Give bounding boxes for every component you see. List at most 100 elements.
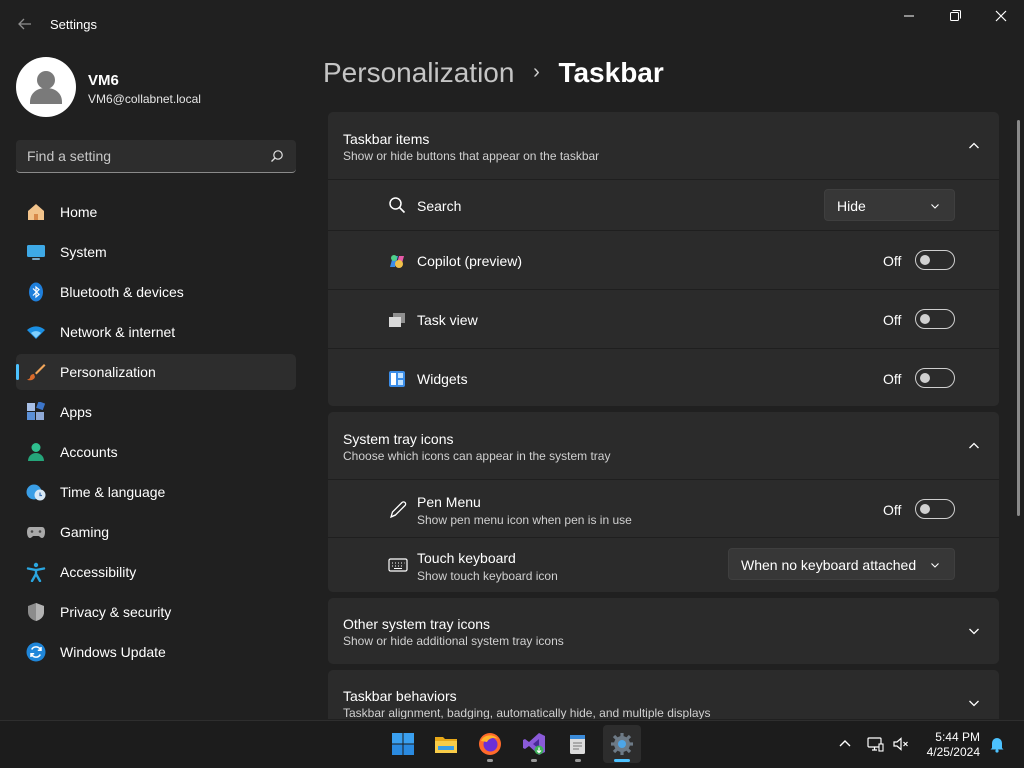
task-view-toggle[interactable] xyxy=(915,309,955,329)
section-title: Other system tray icons xyxy=(343,616,491,632)
toggle-knob xyxy=(920,255,930,265)
close-icon xyxy=(995,10,1007,22)
taskbar-file-explorer[interactable] xyxy=(427,725,465,763)
notepad-icon xyxy=(570,735,585,754)
title-bar: Settings xyxy=(0,0,1024,48)
taskbar-firefox[interactable] xyxy=(471,725,509,763)
toggle-state: Off xyxy=(883,312,902,328)
sidebar-item-windows-update[interactable]: Windows Update xyxy=(16,634,296,670)
profile-name: VM6 xyxy=(88,72,119,89)
chevron-up-icon xyxy=(969,142,979,149)
keyboard-icon xyxy=(388,558,408,572)
back-button[interactable] xyxy=(14,13,36,35)
update-icon xyxy=(26,642,46,662)
active-indicator xyxy=(614,759,630,762)
other-tray-icons-header[interactable]: Other system tray icons Show or hide add… xyxy=(328,598,999,664)
network-icon[interactable] xyxy=(866,735,884,753)
sidebar-nav: Home System Bluetooth & devices Network … xyxy=(16,194,296,674)
sidebar-item-label: Bluetooth & devices xyxy=(60,284,184,300)
sidebar-item-apps[interactable]: Apps xyxy=(16,394,296,430)
settings-content: Taskbar items Show or hide buttons that … xyxy=(328,112,999,719)
taskbar-notepad[interactable] xyxy=(559,725,597,763)
chevron-up-icon xyxy=(969,442,979,449)
taskbar-clock[interactable]: 5:44 PM 4/25/2024 xyxy=(918,730,980,760)
taskbar-start-button[interactable] xyxy=(384,725,422,763)
person-avatar-icon xyxy=(30,71,62,104)
sidebar-item-network[interactable]: Network & internet xyxy=(16,314,296,350)
row-label: Pen Menu xyxy=(417,494,481,510)
taskbar-behaviors-section[interactable]: Taskbar behaviors Taskbar alignment, bad… xyxy=(328,670,999,719)
breadcrumb-separator: › xyxy=(533,61,540,83)
sidebar-item-label: System xyxy=(60,244,107,260)
widgets-icon xyxy=(389,371,405,387)
breadcrumb-parent[interactable]: Personalization xyxy=(323,57,514,88)
running-indicator xyxy=(575,759,581,762)
page-title: Taskbar xyxy=(558,57,664,88)
search-icon[interactable] xyxy=(270,149,284,163)
copilot-toggle[interactable] xyxy=(915,250,955,270)
section-subtitle: Show or hide additional system tray icon… xyxy=(343,634,564,648)
sidebar-item-label: Privacy & security xyxy=(60,604,172,620)
taskbar-items-header[interactable]: Taskbar items Show or hide buttons that … xyxy=(328,112,999,180)
widgets-toggle[interactable] xyxy=(915,368,955,388)
sidebar-item-bluetooth[interactable]: Bluetooth & devices xyxy=(16,274,296,310)
close-button[interactable] xyxy=(978,4,1024,28)
person-icon xyxy=(28,443,44,461)
clock-time: 5:44 PM xyxy=(935,730,980,744)
taskbar-settings[interactable] xyxy=(603,725,641,763)
content-scrollbar[interactable] xyxy=(1017,120,1020,516)
row-label: Widgets xyxy=(417,371,468,387)
sidebar-item-accessibility[interactable]: Accessibility xyxy=(16,554,296,590)
other-tray-icons-section[interactable]: Other system tray icons Show or hide add… xyxy=(328,598,999,664)
touch-keyboard-row: Touch keyboard Show touch keyboard icon … xyxy=(328,538,999,592)
toggle-knob xyxy=(920,373,930,383)
restore-button[interactable] xyxy=(932,4,978,28)
minimize-button[interactable] xyxy=(886,4,932,28)
section-title: System tray icons xyxy=(343,431,454,447)
search-mode-dropdown[interactable]: Hide xyxy=(824,189,955,221)
taskbar-items-section: Taskbar items Show or hide buttons that … xyxy=(328,112,999,406)
sidebar-item-privacy-security[interactable]: Privacy & security xyxy=(16,594,296,630)
sidebar-item-label: Apps xyxy=(60,404,92,420)
taskbar-behaviors-header[interactable]: Taskbar behaviors Taskbar alignment, bad… xyxy=(328,670,999,719)
sidebar-item-personalization[interactable]: Personalization xyxy=(16,354,296,390)
sidebar-item-accounts[interactable]: Accounts xyxy=(16,434,296,470)
accessibility-icon xyxy=(26,562,46,582)
search-input[interactable] xyxy=(16,140,256,172)
volume-muted-icon[interactable] xyxy=(892,735,910,753)
sidebar-item-label: Accounts xyxy=(60,444,118,460)
notification-bell-icon[interactable] xyxy=(988,735,1006,753)
profile-email: VM6@collabnet.local xyxy=(88,92,201,106)
sidebar-item-time-language[interactable]: Time & language xyxy=(16,474,296,510)
row-label: Touch keyboard xyxy=(417,550,516,566)
row-sublabel: Show touch keyboard icon xyxy=(417,569,558,583)
clock-globe-icon xyxy=(26,484,46,501)
sidebar-item-gaming[interactable]: Gaming xyxy=(16,514,296,550)
section-subtitle: Choose which icons can appear in the sys… xyxy=(343,449,611,463)
windows-taskbar: 5:44 PM 4/25/2024 xyxy=(0,720,1024,768)
section-title: Taskbar items xyxy=(343,131,430,147)
copilot-icon xyxy=(390,255,404,268)
monitor-icon xyxy=(27,245,45,260)
section-subtitle: Show or hide buttons that appear on the … xyxy=(343,149,600,163)
pen-menu-toggle[interactable] xyxy=(915,499,955,519)
chevron-down-icon xyxy=(931,563,939,568)
sidebar-item-label: Network & internet xyxy=(60,324,176,340)
windows-start-icon xyxy=(392,733,414,755)
settings-gear-icon xyxy=(611,733,633,755)
chevron-down-icon xyxy=(931,204,939,209)
system-tray-icons-header[interactable]: System tray icons Choose which icons can… xyxy=(328,412,999,480)
task-view-icon xyxy=(389,313,405,327)
sidebar-item-home[interactable]: Home xyxy=(16,194,296,230)
user-profile[interactable]: VM6 VM6@collabnet.local xyxy=(16,57,296,117)
dropdown-value: Hide xyxy=(837,198,866,214)
settings-search[interactable] xyxy=(16,140,296,173)
visual-studio-icon xyxy=(523,733,545,755)
search-row: Search Hide xyxy=(328,180,999,231)
touch-keyboard-dropdown[interactable]: When no keyboard attached xyxy=(728,548,955,580)
taskbar-visual-studio[interactable] xyxy=(515,725,553,763)
clock-date: 4/25/2024 xyxy=(926,745,980,759)
firefox-icon xyxy=(479,733,501,755)
sidebar-item-system[interactable]: System xyxy=(16,234,296,270)
chevron-up-icon[interactable] xyxy=(836,735,854,753)
